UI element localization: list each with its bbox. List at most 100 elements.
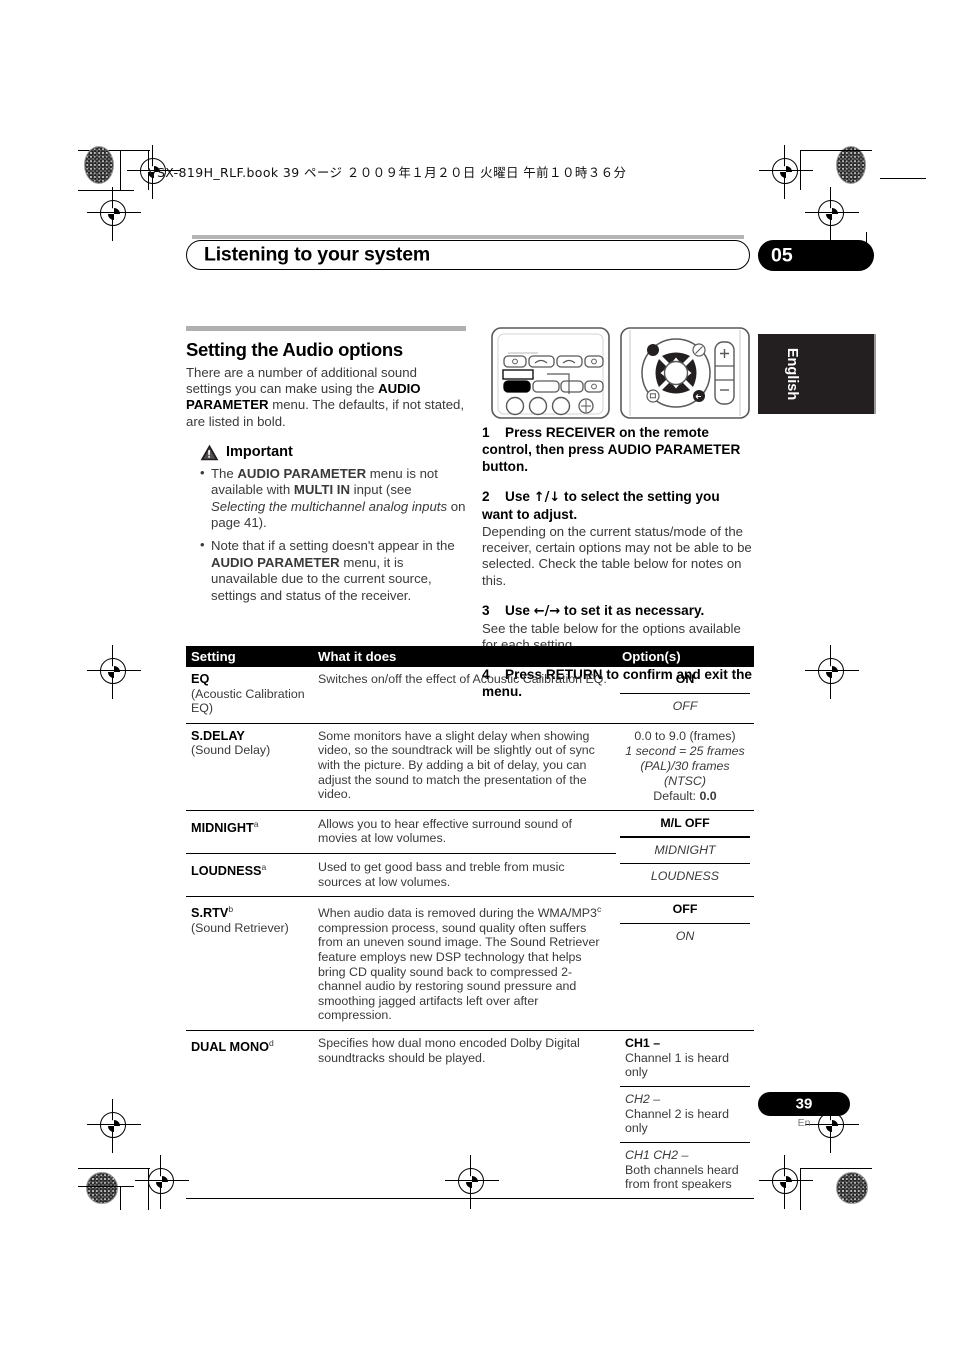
page-language-code: En <box>797 1117 811 1129</box>
table-row: LOUDNESSa Used to get good bass and treb… <box>186 854 616 896</box>
row-sdelay-options: 0.0 to 9.0 (frames) 1 second = 25 frames… <box>616 724 754 810</box>
row-eq-subname: (Acoustic Calibration EQ) <box>191 686 305 716</box>
registration-mark-left-middle <box>87 645 141 699</box>
crop-line-right-edge <box>880 178 926 180</box>
crop-line-tl2-h <box>78 190 134 192</box>
section-rule <box>186 326 466 331</box>
table-row: S.RTVb (Sound Retriever) When audio data… <box>186 897 754 1031</box>
row-srtv-subname: (Sound Retriever) <box>191 920 289 935</box>
row-dualmono-description: Specifies how dual mono encoded Dolby Di… <box>318 1036 580 1065</box>
dualmono-ch2-desc: Channel 2 is heard only <box>625 1106 730 1136</box>
title-rule <box>192 235 744 239</box>
registration-mark-left-lower <box>87 1099 141 1153</box>
row-dualmono-option-3: CH1 CH2 – Both channels heard from front… <box>616 1143 754 1198</box>
registration-mark-bottom-left <box>135 1155 189 1209</box>
page-title: Listening to your system <box>204 243 430 266</box>
row-sdelay-default-value: 0.0 <box>699 789 717 804</box>
ml-option-2: MIDNIGHT <box>654 842 716 857</box>
section-heading: Setting the Audio options <box>186 339 403 360</box>
row-sdelay-description: Some monitors have a slight delay when s… <box>318 728 595 802</box>
important-label: Important <box>226 444 293 461</box>
step-2-number: 2 <box>482 489 490 504</box>
row-srtv-name: S.RTV <box>191 906 229 921</box>
crop-line-bl2-v <box>120 1186 122 1210</box>
row-eq-name: EQ <box>191 672 210 686</box>
remote-illustration-svg <box>491 327 750 419</box>
registration-mark-top-right <box>759 145 813 199</box>
language-tab-label: English <box>784 347 800 401</box>
crop-line-br-v <box>800 1168 802 1210</box>
ml-option-3: LOUDNESS <box>650 869 720 884</box>
row-sdelay-setting: S.DELAY (Sound Delay) <box>186 724 312 810</box>
step-2-text-pre: Use <box>505 489 534 504</box>
crop-line-br-h <box>800 1168 872 1170</box>
row-eq-options: ON OFF <box>616 667 754 723</box>
bullet2-text-1: Note that if a setting doesn't appear in… <box>211 538 455 554</box>
row-srtv-desc-footnote: c <box>596 904 602 915</box>
row-loudness-footnote: a <box>261 861 267 872</box>
row-sdelay-default-label: Default: <box>653 789 700 804</box>
ml-option-1: M/L OFF <box>660 815 710 830</box>
table-header-row: Setting What it does Option(s) <box>186 646 754 667</box>
registration-mark-right-upper <box>805 187 859 241</box>
table-row-group-midnight-loudness: MIDNIGHT a Allows you to hear effective s… <box>186 811 754 898</box>
crop-line-bl-v <box>148 1168 150 1210</box>
dualmono-ch1ch2-desc: Both channels heard from front speakers <box>625 1162 739 1192</box>
row-dualmono-option-2: CH2 – Channel 2 is heard only <box>616 1087 754 1142</box>
row-dualmono-options: CH1 – Channel 1 is heard only CH2 – Chan… <box>616 1031 754 1198</box>
audio-options-table: Setting What it does Option(s) EQ (Acous… <box>186 646 754 1199</box>
remote-control-illustration <box>490 326 752 420</box>
table-row: EQ (Acoustic Calibration EQ) Switches on… <box>186 667 754 724</box>
table-row: S.DELAY (Sound Delay) Some monitors have… <box>186 724 754 811</box>
row-loudness-setting: LOUDNESSa <box>186 854 312 896</box>
print-header-text: VSX-819H_RLF.book 39 ページ ２００９年１月２０日 火曜日 … <box>148 165 627 180</box>
bullet1-italic-ref: Selecting the multichannel analog inputs <box>211 498 448 514</box>
remote-panel-left <box>491 327 610 419</box>
section-intro: There are a number of additional sound s… <box>186 365 466 430</box>
step-3-line: 3 Use ←/→ to set it as necessary. <box>482 602 754 620</box>
halftone-patch-bottom-right <box>836 1172 868 1204</box>
crop-line-bl-h <box>78 1168 150 1170</box>
list-item: Note that if a setting doesn't appear in… <box>200 537 466 604</box>
column-header-what-it-does: What it does <box>318 649 397 664</box>
row-srtv-footnote: b <box>228 904 234 915</box>
crop-line-tr-h <box>800 150 872 152</box>
row-srtv-desc-pre: When audio data is removed during the WM… <box>318 906 597 921</box>
halftone-patch-top-left <box>84 146 114 184</box>
chapter-number-badge: 05 <box>758 240 874 271</box>
step-1-text: Press RECEIVER on the remote control, th… <box>482 425 741 474</box>
step-3-text-post: to set it as necessary. <box>560 602 705 618</box>
table-row: MIDNIGHTa Allows you to hear effective s… <box>186 811 616 854</box>
row-midnight-loudness-options: M/L OFF MIDNIGHT LOUDNESS <box>616 811 754 896</box>
dualmono-ch1ch2-label: CH1 CH2 – <box>625 1147 689 1162</box>
chapter-title-bar: Listening to your system <box>186 235 750 270</box>
row-eq-option-1: ON <box>675 672 695 686</box>
page-number: 39 <box>795 1095 813 1113</box>
important-bullet-list: The AUDIO PARAMETER menu is not availabl… <box>200 465 466 604</box>
dualmono-ch1-label: CH1 – <box>625 1036 661 1050</box>
row-srtv-option-1: OFF <box>672 902 698 917</box>
up-down-arrow-icon: ↑/↓ <box>533 490 561 505</box>
row-dualmono-setting: DUAL MONOd <box>186 1031 312 1198</box>
step-2: 2 Use ↑/↓ to select the setting you want … <box>482 488 754 589</box>
column-header-setting: Setting <box>191 649 236 664</box>
crop-line-tr-v <box>800 150 802 190</box>
language-tab-edge <box>874 334 876 414</box>
language-tab: English <box>758 334 874 414</box>
row-srtv-description: When audio data is removed during the WM… <box>312 897 616 1030</box>
bullet1-text-3: input (see <box>350 482 412 498</box>
important-heading: Important <box>200 444 466 461</box>
dualmono-ch2-label: CH2 – <box>625 1091 661 1106</box>
row-loudness-name: LOUDNESS <box>191 864 262 879</box>
page-number-badge: 39 <box>758 1092 850 1116</box>
midnight-loudness-left: MIDNIGHTa Allows you to hear effective s… <box>186 811 616 896</box>
left-right-arrow-icon: ←/→ <box>533 603 561 619</box>
row-midnight-footnote: a <box>253 818 259 829</box>
registration-mark-left-upper <box>87 187 141 241</box>
column-header-options: Option(s) <box>622 649 681 664</box>
row-dualmono-option-1: CH1 – Channel 1 is heard only <box>616 1031 754 1086</box>
row-sdelay-option-range: 0.0 to 9.0 (frames) <box>634 728 736 743</box>
row-sdelay-name: S.DELAY <box>191 728 245 743</box>
row-midnight-description: Allows you to hear effective surround so… <box>318 816 572 846</box>
row-sdelay-option-default: Default: 0.0 <box>616 789 754 810</box>
